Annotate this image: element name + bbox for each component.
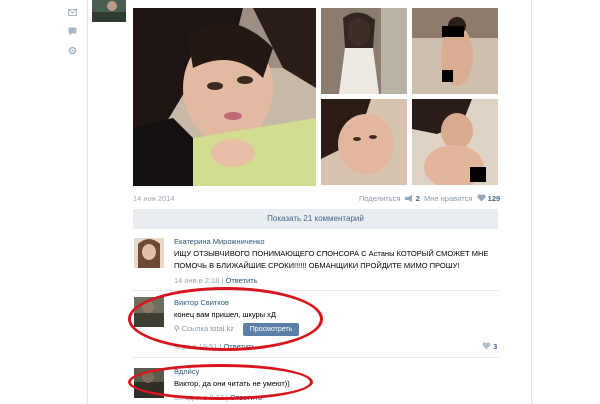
megaphone-icon (404, 194, 414, 204)
post-author-avatar[interactable] (92, 0, 126, 22)
comment-text-line: ИЩУ ОТЗЫВЧИВОГО ПОНИМАЮЩЕГО СПОНСОРА С А… (174, 249, 489, 258)
highlight-ellipse (128, 364, 313, 400)
comment-avatar[interactable] (134, 238, 164, 268)
post-photo-5[interactable] (412, 99, 498, 185)
comment-meta: 14 янв в 2:18 | Ответить (174, 276, 258, 285)
highlight-ellipse (128, 287, 323, 351)
censor-bar (442, 26, 464, 37)
comment-text-line: ПОМОЧЬ В БЛИЖАЙШИЕ СРОКИ!!!!!! ОБМАНЩИКИ… (174, 261, 460, 270)
share-button[interactable]: Поделиться 2 (359, 194, 420, 204)
heart-icon (482, 342, 491, 352)
comment-date[interactable]: 14 янв в 2:18 (174, 276, 219, 285)
column-divider (87, 0, 88, 404)
censor-bar (470, 167, 486, 182)
share-label: Поделиться (359, 194, 401, 203)
comment-divider (133, 357, 498, 358)
like-button[interactable]: Мне нравится 129 (424, 194, 500, 204)
post-photo-3[interactable] (412, 8, 498, 94)
gear-icon[interactable] (68, 46, 77, 55)
post-photo-4[interactable] (321, 99, 407, 185)
left-column (0, 0, 88, 404)
heart-icon (476, 194, 486, 204)
censor-bar (442, 70, 453, 82)
mail-icon[interactable] (68, 8, 77, 17)
share-count: 2 (415, 194, 420, 203)
post-main-photo[interactable] (133, 8, 316, 186)
column-divider-right (531, 0, 532, 404)
comment-like-count: 3 (493, 342, 498, 351)
post-photo-2[interactable] (321, 8, 407, 94)
post-date[interactable]: 14 ноя 2014 (133, 194, 175, 203)
comment-icon[interactable] (68, 27, 77, 36)
reply-link[interactable]: Ответить (226, 276, 258, 285)
like-label: Мне нравится (424, 194, 473, 203)
comment-like-button[interactable]: 3 (482, 342, 497, 352)
show-comments-button[interactable]: Показать 21 комментарий (133, 209, 498, 229)
comment-author[interactable]: Екатерина Мирожниченко (174, 237, 265, 246)
comment-text: ИЩУ ОТЗЫВЧИВОГО ПОНИМАЮЩЕГО СПОНСОРА С А… (174, 248, 498, 272)
like-count: 129 (487, 194, 501, 203)
